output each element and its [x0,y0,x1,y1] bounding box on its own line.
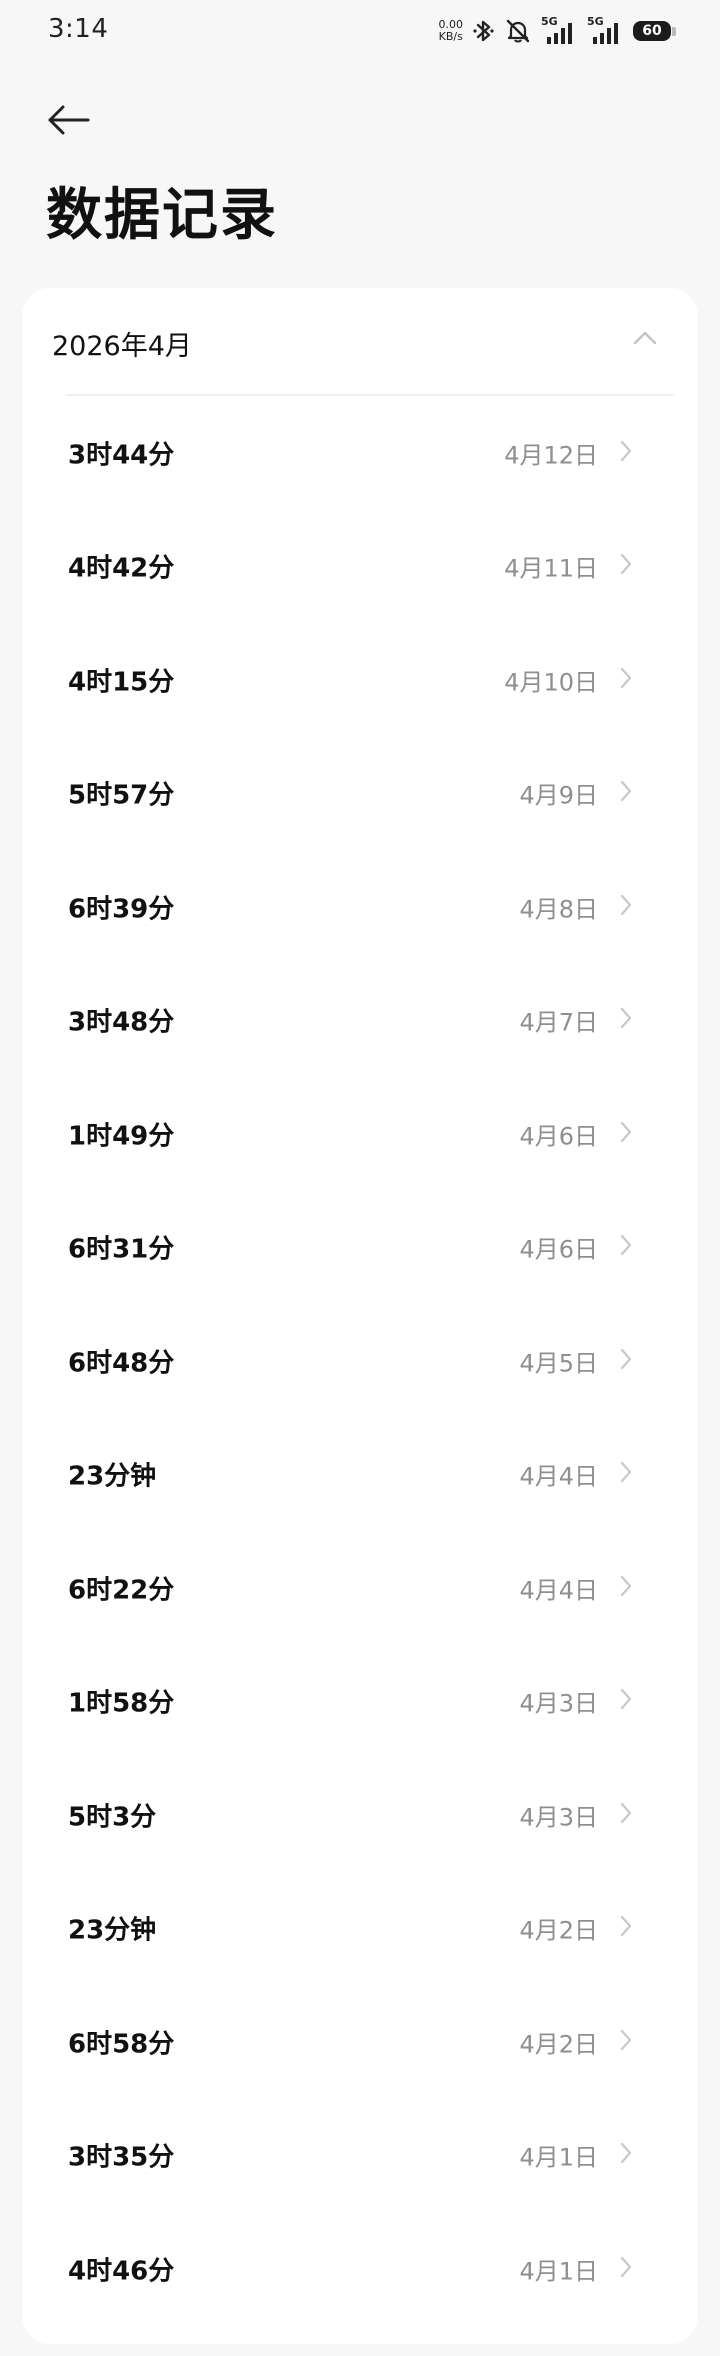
record-date: 4月6日 [519,1122,598,1151]
record-date: 4月3日 [519,1689,598,1718]
record-row[interactable]: 4时15分 4月10日 [22,623,698,737]
record-row[interactable]: 4时46分 4月1日 [22,2212,698,2326]
record-row[interactable]: 3时44分 4月12日 [22,396,698,510]
record-duration: 1时58分 [68,1688,175,1719]
month-group-header[interactable]: 2026年4月 [22,288,698,394]
record-date: 4月4日 [519,1462,598,1491]
record-date: 4月2日 [519,2030,598,2059]
network-speed-unit: KB/s [438,30,463,43]
record-duration: 6时58分 [68,2029,175,2060]
arrow-left-icon [48,105,90,135]
record-row[interactable]: 1时49分 4月6日 [22,1077,698,1191]
chevron-right-icon [620,1802,632,1828]
record-date: 4月9日 [519,781,598,810]
record-duration: 23分钟 [68,1461,157,1492]
chevron-right-icon [620,894,632,920]
record-date: 4月4日 [519,1576,598,1605]
record-date: 4月11日 [504,554,598,583]
record-duration: 1时49分 [68,1121,175,1152]
record-date: 4月1日 [519,2257,598,2286]
network-speed: 0.00 KB/s [439,19,464,43]
record-duration: 4时42分 [68,553,175,584]
record-row[interactable]: 6时22分 4月4日 [22,1531,698,1645]
record-date: 4月12日 [504,441,598,470]
bluetooth-icon [473,18,495,44]
bell-off-icon [505,18,531,44]
chevron-up-icon[interactable] [632,330,658,350]
chevron-right-icon [620,1688,632,1714]
chevron-right-icon [620,440,632,466]
record-duration: 3时35分 [68,2142,175,2173]
battery-indicator: 60 [633,21,676,41]
record-duration: 6时39分 [68,894,175,925]
record-row[interactable]: 6时31分 4月6日 [22,1191,698,1305]
chevron-right-icon [620,1007,632,1033]
record-date: 4月7日 [519,1008,598,1037]
records-card: 2026年4月 3时44分 4月12日 4时42分 4月11日 4时15分 4月… [22,288,698,2344]
signal-icon [547,23,572,44]
record-duration: 3时44分 [68,440,175,471]
record-date: 4月1日 [519,2143,598,2172]
sim2-signal: 5G [587,15,623,45]
record-duration: 6时31分 [68,1234,175,1265]
record-row[interactable]: 23分钟 4月2日 [22,1872,698,1986]
chevron-right-icon [620,2029,632,2055]
record-row[interactable]: 5时57分 4月9日 [22,737,698,851]
chevron-right-icon [620,780,632,806]
record-duration: 4时46分 [68,2256,175,2287]
record-date: 4月3日 [519,1803,598,1832]
record-duration: 6时48分 [68,1348,175,1379]
signal-icon [593,23,618,44]
record-duration: 23分钟 [68,1915,157,1946]
chevron-right-icon [620,1461,632,1487]
chevron-right-icon [620,1575,632,1601]
record-row[interactable]: 23分钟 4月4日 [22,1418,698,1532]
record-duration: 4时15分 [68,667,175,698]
records-list: 3时44分 4月12日 4时42分 4月11日 4时15分 4月10日 5时57… [22,396,698,2326]
record-row[interactable]: 6时39分 4月8日 [22,850,698,964]
record-date: 4月5日 [519,1349,598,1378]
battery-level: 60 [633,21,671,41]
record-row[interactable]: 4时42分 4月11日 [22,510,698,624]
record-row[interactable]: 6时58分 4月2日 [22,1985,698,2099]
chevron-right-icon [620,2256,632,2282]
status-icons: 0.00 KB/s 5G 5G 60 [439,14,676,48]
record-date: 4月6日 [519,1235,598,1264]
record-duration: 3时48分 [68,1007,175,1038]
battery-cap [672,26,676,36]
chevron-right-icon [620,1915,632,1941]
chevron-right-icon [620,1121,632,1147]
record-duration: 6时22分 [68,1575,175,1606]
month-label: 2026年4月 [52,331,192,362]
chevron-right-icon [620,1234,632,1260]
chevron-right-icon [620,667,632,693]
status-bar: 3:14 0.00 KB/s 5G 5G 60 [0,0,720,60]
record-row[interactable]: 1时58分 4月3日 [22,1645,698,1759]
back-button[interactable] [40,92,96,148]
record-row[interactable]: 6时48分 4月5日 [22,1304,698,1418]
record-row[interactable]: 3时48分 4月7日 [22,964,698,1078]
record-duration: 5时3分 [68,1802,157,1833]
sim1-signal: 5G [541,15,577,45]
page-title: 数据记录 [46,183,278,248]
record-row[interactable]: 5时3分 4月3日 [22,1758,698,1872]
chevron-right-icon [620,553,632,579]
status-time: 3:14 [48,14,109,44]
record-date: 4月10日 [504,668,598,697]
chevron-right-icon [620,2142,632,2168]
record-date: 4月8日 [519,895,598,924]
record-date: 4月2日 [519,1916,598,1945]
chevron-right-icon [620,1348,632,1374]
record-row[interactable]: 3时35分 4月1日 [22,2099,698,2213]
record-duration: 5时57分 [68,780,175,811]
